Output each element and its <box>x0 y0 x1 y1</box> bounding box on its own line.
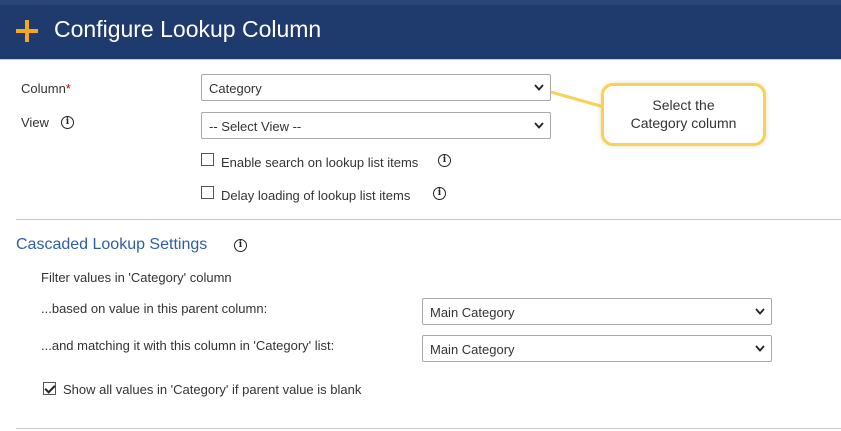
show-all-checkbox[interactable] <box>43 382 56 395</box>
cascade-section-title: Cascaded Lookup Settings <box>16 236 208 253</box>
match-column-value: Main Category <box>430 342 515 357</box>
match-column-label: ...and matching it with this column in '… <box>41 338 335 353</box>
filter-text: Filter values in 'Category' column <box>41 270 232 285</box>
parent-column-value: Main Category <box>430 305 515 320</box>
callout-line-2: Category column <box>630 115 737 131</box>
callout-pointer <box>550 90 605 109</box>
show-all-label: Show all values in 'Category' if parent … <box>63 382 362 397</box>
parent-column-label: ...based on value in this parent column: <box>41 301 268 316</box>
parent-column-select[interactable]: Main Category <box>422 298 772 325</box>
bottom-divider <box>16 428 841 429</box>
match-column-select[interactable]: Main Category <box>422 335 772 362</box>
cascade-info-icon[interactable]: i <box>234 239 247 252</box>
callout-tooltip: Select the Category column <box>601 83 766 146</box>
section-divider <box>16 219 841 220</box>
chevron-down-icon <box>755 345 765 352</box>
callout-line-1: Select the <box>652 97 715 113</box>
chevron-down-icon <box>755 308 765 315</box>
